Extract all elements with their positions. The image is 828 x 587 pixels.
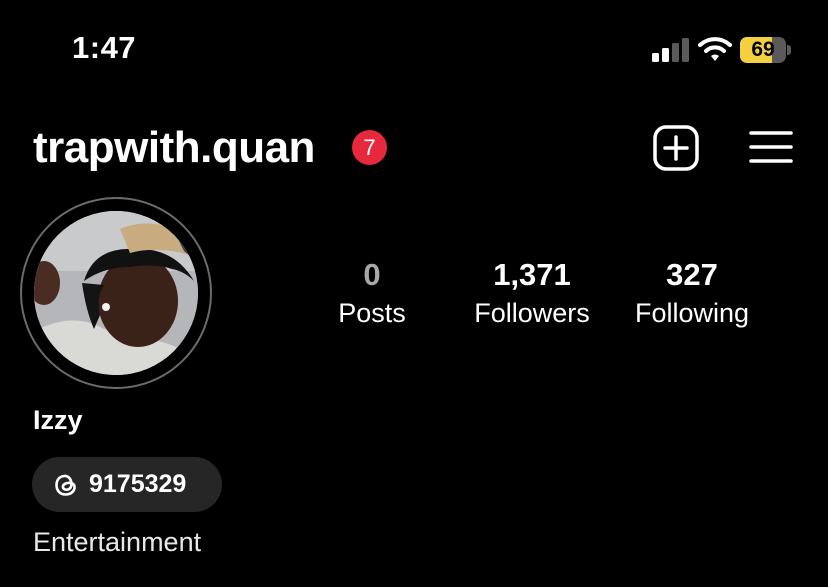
avatar[interactable]: [34, 211, 198, 375]
followers-count: 1,371: [493, 257, 571, 292]
profile-header: trapwith.quan 7: [0, 115, 828, 185]
stat-followers[interactable]: 1,371 Followers: [452, 255, 612, 331]
notification-badge[interactable]: 7: [352, 130, 387, 165]
cellular-signal-icon: [652, 38, 689, 62]
followers-label: Followers: [474, 298, 590, 328]
hamburger-menu-icon[interactable]: [749, 129, 793, 165]
threads-link-button[interactable]: 9175329: [32, 457, 222, 512]
posts-count: 0: [363, 257, 381, 292]
following-label: Following: [634, 298, 750, 328]
wifi-icon: [698, 37, 732, 61]
plus-square-icon[interactable]: [653, 125, 699, 171]
threads-handle: 9175329: [89, 470, 187, 498]
username-switcher[interactable]: trapwith.quan: [33, 123, 315, 173]
display-name: Izzy: [33, 405, 83, 435]
stat-following[interactable]: 327 Following: [612, 255, 772, 331]
status-time: 1:47: [72, 30, 137, 65]
status-bar: 1:47 69: [0, 0, 828, 100]
following-count: 327: [666, 257, 718, 292]
battery-level: 69: [751, 38, 775, 61]
profile-photo: [34, 211, 198, 375]
battery-indicator: 69: [740, 37, 792, 63]
stat-posts[interactable]: 0 Posts: [292, 255, 452, 331]
profile-category: Entertainment: [33, 527, 202, 557]
threads-icon: [55, 474, 76, 496]
posts-label: Posts: [338, 298, 406, 328]
